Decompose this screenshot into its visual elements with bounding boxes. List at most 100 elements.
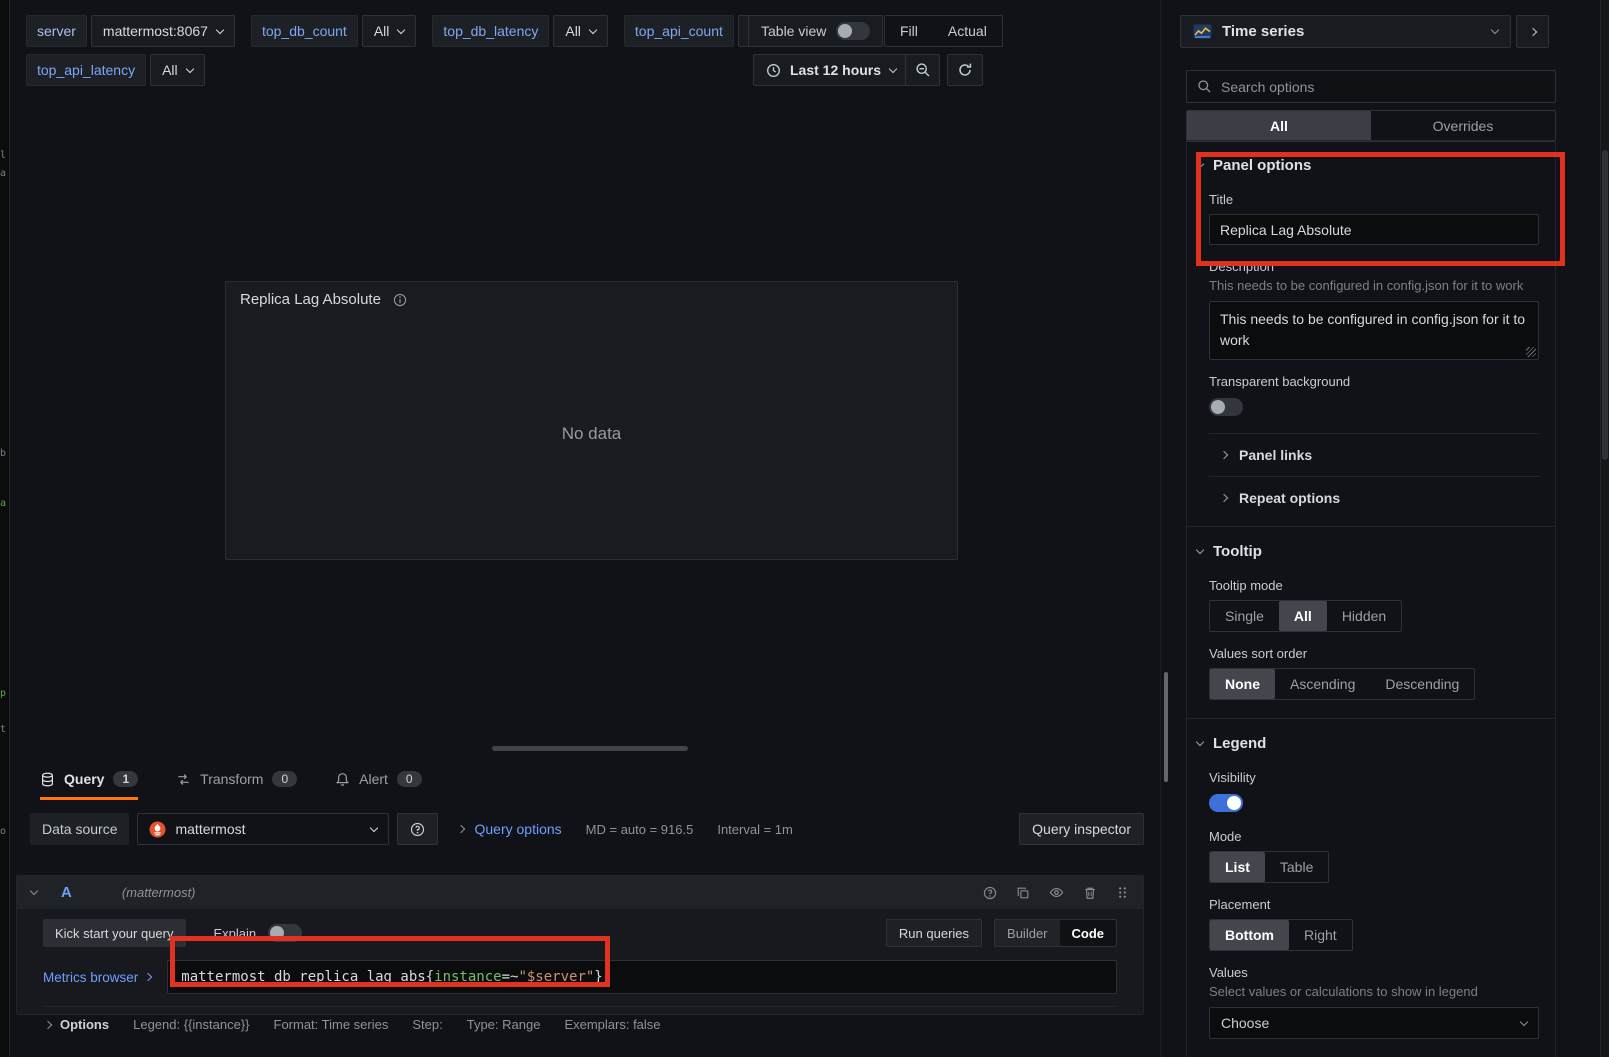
textarea-resize-grip[interactable]: [1526, 347, 1536, 357]
editor-resize-handle[interactable]: [492, 746, 688, 751]
query-row-actions: [983, 885, 1129, 900]
variable-top-db-latency-value-dropdown[interactable]: All: [553, 15, 608, 47]
tooltip-mode-all[interactable]: All: [1279, 601, 1327, 631]
sort-ascending[interactable]: Ascending: [1275, 669, 1370, 699]
transparent-background-switch[interactable]: [1209, 398, 1243, 416]
chevron-down-icon: [216, 25, 224, 33]
info-icon[interactable]: [393, 293, 407, 307]
duplicate-icon[interactable]: [1016, 886, 1030, 900]
tab-transform[interactable]: Transform 0: [176, 766, 297, 800]
query-inspector-button[interactable]: Query inspector: [1019, 813, 1144, 845]
grafana-panel-editor: l a b a p t o server mattermost:8067 top…: [0, 0, 1609, 1057]
variable-top-db-count-value-dropdown[interactable]: All: [362, 15, 417, 47]
legend-mode-list[interactable]: List: [1210, 852, 1265, 882]
variable-top-db-latency-label[interactable]: top_db_latency: [432, 15, 549, 47]
legend-values-select[interactable]: Choose: [1209, 1007, 1539, 1039]
panel-header[interactable]: Replica Lag Absolute: [226, 282, 957, 317]
values-sort-order-field: Values sort order None Ascending Descend…: [1209, 646, 1539, 700]
explain-switch[interactable]: [268, 924, 302, 942]
options-search[interactable]: [1186, 70, 1556, 103]
dashboard-variables-row-1: server mattermost:8067 top_db_count All …: [26, 15, 792, 47]
tab-alert[interactable]: Alert 0: [335, 766, 421, 800]
options-search-input[interactable]: [1221, 79, 1545, 95]
transparent-background-label: Transparent background: [1209, 374, 1539, 389]
sort-descending[interactable]: Descending: [1370, 669, 1474, 699]
legend-header[interactable]: Legend: [1193, 719, 1539, 756]
chevron-down-icon: [589, 25, 597, 33]
edge-glyph: t: [0, 724, 6, 735]
query-expression-input[interactable]: mattermost_db_replica_lag_abs{instance=~…: [167, 960, 1117, 994]
table-view-toggle[interactable]: Table view: [748, 15, 883, 47]
tab-overrides[interactable]: Overrides: [1371, 111, 1555, 141]
time-range-picker[interactable]: Last 12 hours: [753, 54, 909, 86]
variable-top-api-count-label[interactable]: top_api_count: [624, 15, 734, 47]
title-field: Title: [1209, 192, 1539, 245]
drag-grip-icon[interactable]: [1116, 886, 1129, 899]
prometheus-icon: [149, 821, 166, 838]
placement-right[interactable]: Right: [1289, 920, 1352, 950]
chevron-right-icon: [1220, 451, 1228, 459]
variable-top-db-count: top_db_count All: [251, 15, 416, 47]
panel-title: Replica Lag Absolute: [240, 291, 381, 308]
query-toolbar: Kick start your query Explain Run querie…: [43, 919, 1117, 947]
tooltip-mode-hidden[interactable]: Hidden: [1327, 601, 1401, 631]
pane-collapse-button[interactable]: [1516, 15, 1549, 48]
panel-title-input[interactable]: [1209, 214, 1539, 245]
repeat-options-row[interactable]: Repeat options: [1209, 477, 1539, 508]
builder-option[interactable]: Builder: [995, 920, 1059, 946]
datasource-picker[interactable]: mattermost: [137, 813, 389, 845]
options-toggle[interactable]: Options: [45, 1017, 109, 1032]
chevron-down-icon: [1520, 1017, 1528, 1025]
chevron-down-icon: [1196, 546, 1204, 554]
actual-button[interactable]: Actual: [933, 16, 1002, 46]
options-pane-scrollbar[interactable]: [1164, 672, 1168, 782]
legend-mode-table[interactable]: Table: [1265, 852, 1328, 882]
option-step: Step:: [412, 1017, 442, 1032]
sort-none[interactable]: None: [1210, 669, 1275, 699]
zoom-out-button[interactable]: [905, 54, 940, 86]
legend-visibility-switch[interactable]: [1209, 794, 1243, 812]
tab-all-options[interactable]: All: [1187, 111, 1371, 141]
code-option[interactable]: Code: [1060, 920, 1117, 946]
question-circle-icon: [410, 822, 425, 837]
legend-section: Legend Visibility Mode List Table Placem…: [1186, 718, 1556, 1057]
panel-description-textarea[interactable]: This needs to be configured in config.js…: [1210, 302, 1538, 359]
variable-top-api-latency-label[interactable]: top_api_latency: [26, 54, 146, 86]
legend-mode-label: Mode: [1209, 829, 1539, 844]
trash-icon[interactable]: [1083, 886, 1097, 900]
sidebar-divider: [1160, 0, 1161, 1057]
datasource-help-button[interactable]: [397, 813, 438, 845]
placement-bottom[interactable]: Bottom: [1210, 920, 1289, 950]
tooltip-mode-single[interactable]: Single: [1210, 601, 1279, 631]
visualization-picker[interactable]: Time series: [1180, 15, 1511, 48]
tooltip-header[interactable]: Tooltip: [1193, 527, 1539, 564]
builder-code-group: Builder Code: [994, 919, 1117, 947]
title-label: Title: [1209, 192, 1539, 207]
query-row-header[interactable]: A (mattermost): [17, 876, 1143, 909]
refresh-button[interactable]: [947, 54, 983, 86]
variable-top-api-latency-value-dropdown[interactable]: All: [150, 54, 205, 86]
kick-start-query-button[interactable]: Kick start your query: [43, 919, 186, 947]
help-circle-icon[interactable]: [983, 886, 997, 900]
tab-query[interactable]: Query 1: [40, 766, 138, 800]
panel-links-row[interactable]: Panel links: [1209, 434, 1539, 476]
options-pane: Panel options Title Description This nee…: [1186, 141, 1556, 1057]
eye-icon[interactable]: [1049, 885, 1064, 900]
legend-placement-field: Placement Bottom Right: [1209, 897, 1539, 951]
legend-visibility-label: Visibility: [1209, 770, 1539, 785]
time-series-icon: [1193, 24, 1212, 39]
variable-top-db-count-label[interactable]: top_db_count: [251, 15, 358, 47]
alert-count-badge: 0: [397, 771, 422, 787]
panel-options-header[interactable]: Panel options: [1193, 141, 1539, 178]
page-scrollbar-thumb[interactable]: [1602, 150, 1608, 460]
variable-top-api-latency: top_api_latency All: [26, 54, 205, 86]
table-view-switch[interactable]: [836, 22, 870, 40]
variable-server-value-dropdown[interactable]: mattermost:8067: [91, 15, 235, 47]
collapse-chevron-icon[interactable]: [30, 887, 38, 895]
query-editor-body: Kick start your query Explain Run querie…: [17, 909, 1143, 1032]
query-options-toggle[interactable]: Query options MD = auto = 916.5 Interval…: [458, 821, 792, 837]
fill-button[interactable]: Fill: [885, 16, 933, 46]
run-queries-button[interactable]: Run queries: [886, 919, 982, 947]
metrics-browser-link[interactable]: Metrics browser: [43, 970, 151, 985]
transparent-background-field: Transparent background: [1209, 374, 1539, 419]
